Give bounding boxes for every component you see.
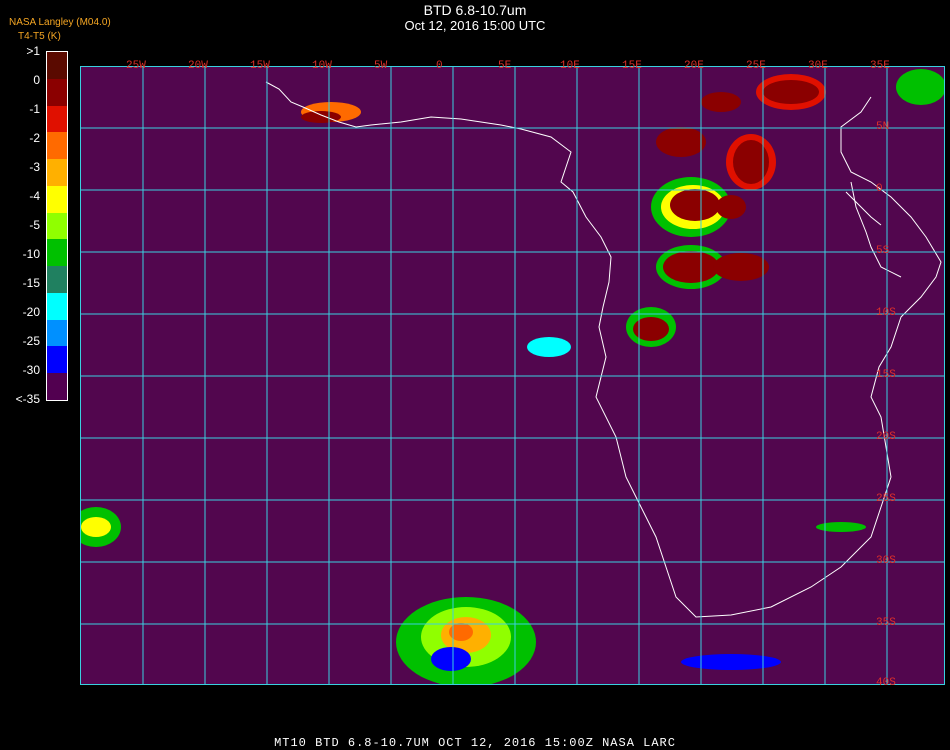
latitude-label: 5N <box>876 121 890 133</box>
longitude-label: 20W <box>188 60 208 72</box>
lat-lon-grid <box>81 67 944 684</box>
colorbar-label: -15 <box>22 276 40 290</box>
longitude-label: 25E <box>746 60 766 72</box>
cloud-cluster <box>713 253 769 281</box>
cloud-cluster-core <box>301 111 341 123</box>
colorbar-label: -20 <box>22 305 40 319</box>
colorbar-label: <-35 <box>15 392 40 406</box>
inland-water-outline <box>845 191 882 226</box>
product-title: BTD 6.8-10.7um <box>423 2 527 18</box>
latitude-label: 40S <box>876 677 896 689</box>
cloud-cluster <box>527 337 571 357</box>
colorbar-label: -5 <box>29 218 40 232</box>
colorbar-label: -25 <box>22 334 40 348</box>
cloud-cluster <box>431 647 471 671</box>
colorbar-swatch <box>47 78 67 106</box>
satellite-map <box>71 66 946 687</box>
colorbar-label: -30 <box>22 363 40 377</box>
latitude-label: 25S <box>876 493 896 505</box>
colorbar-swatch <box>47 292 67 320</box>
colorbar-swatch <box>47 239 67 267</box>
longitude-label: 0 <box>436 60 443 72</box>
cloud-cluster-core <box>763 80 819 104</box>
colorbar-swatch <box>47 132 67 160</box>
colorbar-swatch <box>47 319 67 347</box>
cloud-cluster-core <box>670 189 720 221</box>
colorbar-label: -1 <box>29 102 40 116</box>
colorbar-swatch <box>47 266 67 293</box>
longitude-label: 35E <box>870 60 890 72</box>
colorbar-swatch <box>47 212 67 240</box>
latitude-label: 35S <box>876 617 896 629</box>
colorbar-swatch <box>47 373 67 400</box>
map-svg <box>71 67 946 687</box>
colorbar-swatch <box>47 185 67 213</box>
colorbar-swatch <box>47 105 67 133</box>
cloud-cluster <box>701 92 741 112</box>
latitude-label: 0 <box>876 183 883 195</box>
colorbar-label: 0 <box>33 73 40 87</box>
colorbar-swatch <box>47 52 67 79</box>
cloud-cluster <box>681 654 781 670</box>
colorbar-swatch <box>47 159 67 186</box>
longitude-label: 10W <box>312 60 332 72</box>
colorbar <box>46 51 68 401</box>
latitude-label: 30S <box>876 555 896 567</box>
cloud-cluster-core <box>633 317 669 341</box>
datetime-subtitle: Oct 12, 2016 15:00 UTC <box>404 18 546 33</box>
longitude-label: 5E <box>498 60 512 72</box>
colorbar-label: -10 <box>22 247 40 261</box>
longitude-label: 15E <box>622 60 642 72</box>
longitude-label: 30E <box>808 60 828 72</box>
cloud-cluster <box>716 195 746 219</box>
cloud-cluster-core <box>663 251 719 283</box>
cloud-cluster <box>816 522 866 532</box>
cloud-cluster <box>656 127 706 157</box>
longitude-label: 5W <box>374 60 388 72</box>
colorbar-label: -3 <box>29 160 40 174</box>
credit-label: NASA Langley (M04.0) <box>9 17 111 28</box>
colorbar-label: -2 <box>29 131 40 145</box>
lake-outline <box>850 181 902 278</box>
colorbar-label: -4 <box>29 189 40 203</box>
colorbar-label: >1 <box>26 44 40 58</box>
latitude-label: 10S <box>876 307 896 319</box>
latitude-label: 20S <box>876 431 896 443</box>
units-label: T4-T5 (K) <box>18 31 61 42</box>
latitude-label: 5S <box>876 245 890 257</box>
cloud-cluster-core <box>81 517 111 537</box>
cloud-cluster-core <box>733 140 769 184</box>
longitude-label: 15W <box>250 60 270 72</box>
longitude-label: 25W <box>126 60 146 72</box>
longitude-label: 20E <box>684 60 704 72</box>
longitude-label: 10E <box>560 60 580 72</box>
latitude-label: 15S <box>876 369 896 381</box>
colorbar-swatch <box>47 346 67 374</box>
africa-coastline <box>265 81 942 618</box>
footer-caption: MT10 BTD 6.8-10.7UM OCT 12, 2016 15:00Z … <box>274 736 676 750</box>
coastlines <box>265 81 942 618</box>
cloud-cluster <box>896 69 946 105</box>
